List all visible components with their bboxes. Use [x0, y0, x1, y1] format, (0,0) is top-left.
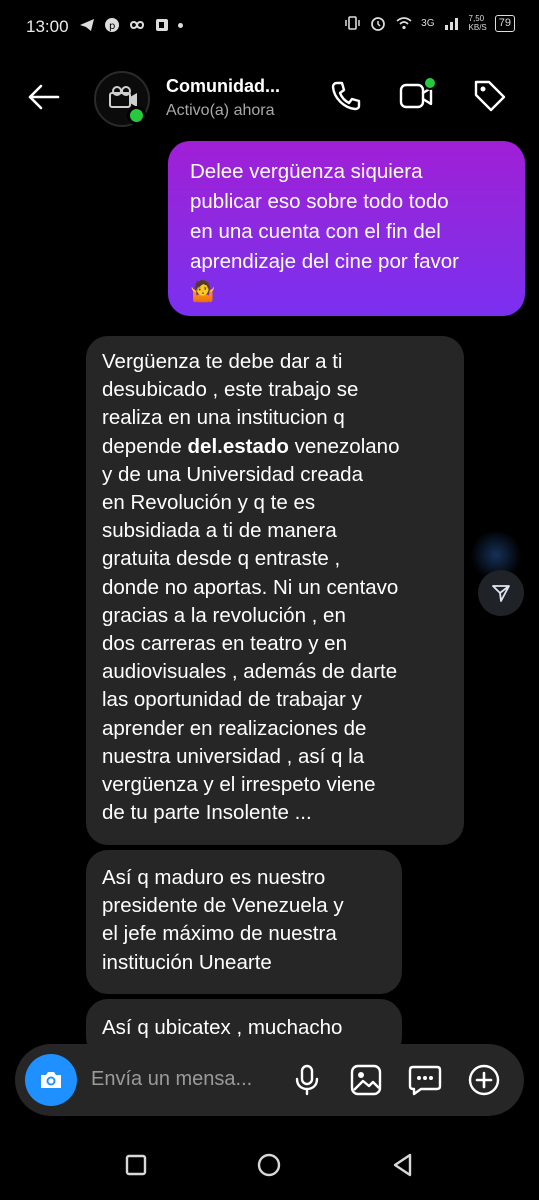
sticker-chat-icon[interactable]: [407, 1062, 443, 1098]
message-line: gracias a la revolución , en: [102, 603, 346, 627]
home-circle-icon[interactable]: [254, 1150, 284, 1180]
status-bar: 13:00 p 3G 7,50 KB/S 79: [0, 0, 539, 56]
message-line: donde no aportas. Ni un centavo: [102, 575, 399, 599]
message-line: y de una Universidad creada: [102, 462, 363, 486]
message-line: nuestra universidad , así q la: [102, 744, 365, 768]
message-line: desubicado , este trabajo se: [102, 378, 359, 402]
camera-button[interactable]: [25, 1054, 77, 1106]
message-line: Así q maduro es nuestro: [102, 866, 326, 889]
chat-header: Comunidad... Activo(a) ahora: [0, 56, 539, 138]
vibrate-icon: [345, 16, 360, 30]
message-line: dos carreras en teatro y en: [102, 632, 347, 656]
activity-status: Activo(a) ahora: [166, 102, 275, 119]
outgoing-message[interactable]: Delee vergüenza siquiera publicar eso so…: [168, 141, 525, 316]
wifi-icon: [396, 17, 412, 30]
bold-text: del.estado: [187, 434, 289, 458]
back-triangle-icon[interactable]: [388, 1150, 418, 1180]
message-line: institución Unearte: [102, 950, 272, 974]
camera-icon: [41, 1072, 61, 1088]
message-line: aprendizaje del cine por favor: [190, 250, 459, 273]
notification-dot-icon: [178, 22, 183, 28]
recents-square-icon[interactable]: [121, 1150, 151, 1180]
message-line: audiovisuales , además de darte: [102, 660, 398, 684]
message-line: Delee vergüenza siquiera: [190, 160, 423, 183]
message-line: vergüenza y el irrespeto viene: [102, 773, 376, 797]
microphone-icon[interactable]: [289, 1062, 325, 1098]
message-line: el jefe máximo de nuestra: [102, 922, 337, 946]
infinity-icon: [129, 21, 145, 29]
network-speed: 7,50 KB/S: [468, 14, 487, 32]
contact-name[interactable]: Comunidad...: [166, 76, 280, 97]
message-input[interactable]: Envía un mensa...: [91, 1068, 252, 1091]
shrug-emoji: 🤷: [190, 280, 216, 303]
status-time: 13:00: [26, 17, 69, 36]
alarm-icon: [371, 17, 386, 31]
add-circle-icon[interactable]: [466, 1062, 502, 1098]
signal-icon: [444, 18, 458, 30]
message-line: presidente de Venezuela y: [102, 894, 344, 918]
svg-text:p: p: [109, 21, 115, 32]
share-button[interactable]: [478, 570, 524, 616]
office-app-icon: [156, 19, 168, 31]
gallery-icon[interactable]: [348, 1062, 384, 1098]
send-icon: [492, 585, 510, 602]
message-line: Vergüenza te debe dar a ti: [102, 350, 343, 373]
message-line: realiza en una institucion q: [102, 406, 345, 430]
message-line: en una cuenta con el fin del: [190, 220, 441, 243]
system-nav-bar: [0, 1130, 539, 1200]
message-line: en Revolución y q te es: [102, 491, 316, 515]
incoming-message[interactable]: Así q maduro es nuestro presidente de Ve…: [86, 850, 402, 994]
tag-icon[interactable]: [472, 78, 508, 114]
telegram-icon: [80, 19, 94, 31]
message-line: depende del.estado venezolano: [102, 434, 400, 458]
online-indicator: [127, 106, 146, 125]
message-line: subsidiada a ti de manera: [102, 519, 337, 543]
message-line: de tu parte Insolente ...: [102, 801, 312, 825]
pinterest-icon: p: [105, 18, 119, 32]
network-type: 3G: [421, 17, 435, 29]
message-line: Así q ubicatex , muchacho: [102, 1016, 343, 1039]
message-composer: Envía un mensa...: [15, 1044, 524, 1116]
video-active-dot: [423, 76, 437, 90]
message-line: las oportunidad de trabajar y: [102, 688, 362, 712]
message-line: publicar eso sobre todo todo: [190, 190, 449, 213]
battery-level: 79: [494, 14, 515, 32]
phone-icon[interactable]: [328, 78, 364, 114]
message-line: aprender en realizaciones de: [102, 716, 367, 740]
back-arrow-icon[interactable]: [24, 78, 62, 116]
message-line: gratuita desde q entraste ,: [102, 547, 341, 571]
incoming-message[interactable]: Vergüenza te debe dar a ti desubicado , …: [86, 336, 464, 845]
